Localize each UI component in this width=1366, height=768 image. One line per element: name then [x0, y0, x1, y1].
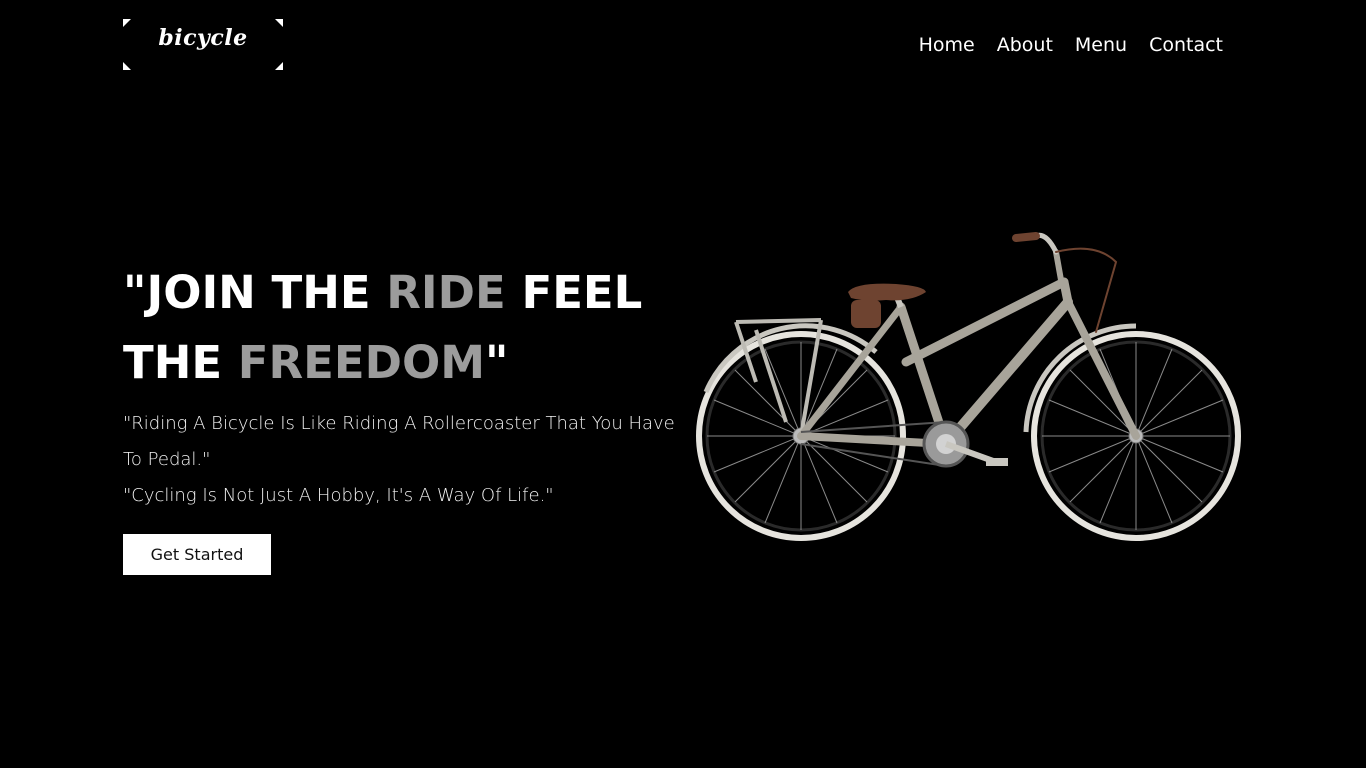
nav-contact[interactable]: Contact — [1149, 34, 1223, 56]
logo-corner — [123, 62, 131, 70]
hero-quote: "Cycling Is Not Just A Hobby, It's A Way… — [123, 485, 554, 506]
bicycle-image — [696, 232, 1241, 541]
nav-about[interactable]: About — [997, 34, 1053, 56]
logo-text: bicycle — [158, 25, 248, 51]
hero-title-highlight: FREEDOM — [237, 336, 486, 389]
hero-title: "JOIN THE RIDE FEEL THE FREEDOM" — [123, 258, 683, 398]
hero-quotes: "Riding A Bicycle Is Like Riding A Rolle… — [123, 406, 683, 514]
logo[interactable]: bicycle — [123, 19, 283, 70]
logo-corner — [275, 62, 283, 70]
main-nav: Home About Menu Contact — [919, 34, 1223, 56]
hero-title-part: " — [485, 336, 509, 389]
hero-quote: "Riding A Bicycle Is Like Riding A Rolle… — [123, 413, 675, 470]
nav-menu[interactable]: Menu — [1075, 34, 1127, 56]
hero-title-part: "JOIN THE — [123, 266, 387, 319]
crankset — [922, 420, 1008, 468]
nav-home[interactable]: Home — [919, 34, 975, 56]
hero-title-highlight: RIDE — [386, 266, 506, 319]
landing-page: bicycle Home About Menu Contact "JOIN TH… — [0, 0, 1366, 768]
get-started-button[interactable]: Get Started — [123, 534, 271, 575]
saddle — [848, 283, 926, 301]
